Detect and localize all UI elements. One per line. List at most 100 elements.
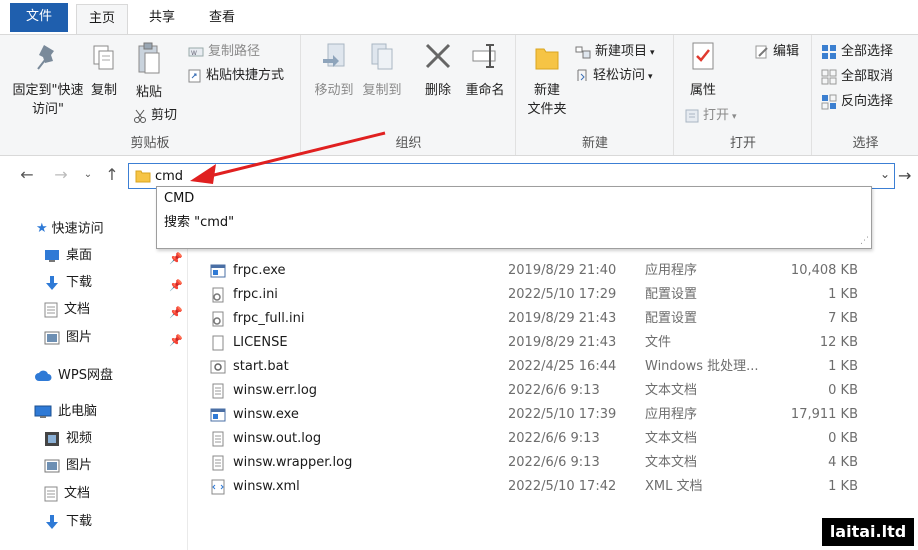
xml-icon <box>211 479 225 495</box>
copy-path-button[interactable]: W 复制路径 <box>188 41 260 63</box>
select-group: 全部选择 全部取消 反向选择 选择 <box>813 35 918 155</box>
rename-button[interactable]: 重命名 <box>462 41 508 100</box>
open-icon <box>685 109 699 122</box>
pin-quick-access-button[interactable]: 固定到"快速访问" <box>8 41 88 119</box>
go-arrow-icon[interactable]: → <box>898 166 911 185</box>
recent-locations-chevron-icon[interactable]: ⌄ <box>79 169 97 180</box>
copy-to-icon <box>371 43 393 70</box>
bat-icon <box>210 360 226 374</box>
easy-access-label: 轻松访问 <box>593 68 646 83</box>
back-arrow-icon[interactable]: ← <box>18 165 36 184</box>
new-item-dropdown-icon: ▾ <box>650 48 655 58</box>
delete-button[interactable]: 删除 <box>420 41 456 100</box>
tab-share[interactable]: 共享 <box>139 4 185 35</box>
new-group-label: 新建 <box>581 136 608 151</box>
nav-downloads[interactable]: 下载 <box>44 272 92 294</box>
nav-pictures[interactable]: 图片 <box>44 327 92 349</box>
rename-icon <box>472 44 496 68</box>
up-arrow-icon[interactable]: ↑ <box>103 165 121 184</box>
file-size: 1 KB <box>828 479 858 494</box>
document-icon <box>44 302 58 317</box>
new-item-button[interactable]: 新建项目 ▾ <box>575 41 655 63</box>
file-row[interactable]: frpc.exe 2019/8/29 21:40 应用程序 10,408 KB <box>188 259 888 283</box>
paste-button[interactable]: 粘贴 <box>133 41 165 102</box>
tab-home[interactable]: 主页 <box>76 4 128 36</box>
nav-pc-pictures[interactable]: 图片 <box>44 455 92 477</box>
file-row[interactable]: winsw.wrapper.log 2022/6/6 9:13 文本文档 4 KB <box>188 451 888 475</box>
copy-to-label: 复制到 <box>362 83 402 98</box>
rename-label: 重命名 <box>465 83 505 98</box>
paste-shortcut-icon <box>188 69 201 82</box>
new-folder-label: 新建 文件夹 <box>527 83 567 117</box>
nav-quick-access[interactable]: ★ 快速访问 <box>36 218 104 240</box>
paste-shortcut-button[interactable]: 粘贴快捷方式 <box>188 65 284 87</box>
file-row[interactable]: winsw.out.log 2022/6/6 9:13 文本文档 0 KB <box>188 427 888 451</box>
easy-access-button[interactable]: 轻松访问 ▾ <box>575 65 653 87</box>
file-row[interactable]: winsw.xml 2022/5/10 17:42 XML 文档 1 KB <box>188 475 888 499</box>
pictures-icon <box>44 331 60 344</box>
nav-this-pc[interactable]: 此电脑 <box>34 401 97 423</box>
file-name: LICENSE <box>233 335 288 350</box>
pin-icon[interactable]: 📌 <box>169 279 183 292</box>
nav-videos[interactable]: 视频 <box>44 428 92 450</box>
properties-button[interactable]: 属性 <box>685 41 721 100</box>
cut-button[interactable]: 剪切 <box>133 105 177 127</box>
open-button[interactable]: 打开 ▾ <box>685 105 737 127</box>
tab-view[interactable]: 查看 <box>199 4 245 35</box>
new-folder-button[interactable]: 新建 文件夹 <box>523 41 571 119</box>
open-dropdown-icon: ▾ <box>732 112 737 122</box>
copy-path-label: 复制路径 <box>208 44 261 59</box>
select-none-label: 全部取消 <box>841 69 894 84</box>
exe-icon <box>210 264 226 278</box>
file-row[interactable]: winsw.err.log 2022/6/6 9:13 文本文档 0 KB <box>188 379 888 403</box>
file-row[interactable]: frpc_full.ini 2019/8/29 21:43 配置设置 7 KB <box>188 307 888 331</box>
invert-selection-button[interactable]: 反向选择 <box>821 91 893 113</box>
tab-file[interactable]: 文件 <box>10 3 68 32</box>
select-none-button[interactable]: 全部取消 <box>821 66 893 88</box>
select-all-icon <box>822 44 836 59</box>
autocomplete-suggestion[interactable]: CMD <box>164 191 194 206</box>
move-to-button[interactable]: 移动到 <box>312 41 356 100</box>
copy-label: 复制 <box>90 83 117 98</box>
file-size: 1 KB <box>828 359 858 374</box>
file-size: 12 KB <box>819 335 858 350</box>
file-row[interactable]: winsw.exe 2022/5/10 17:39 应用程序 17,911 KB <box>188 403 888 427</box>
open-group-label: 打开 <box>729 136 756 151</box>
select-all-label: 全部选择 <box>841 44 894 59</box>
pin-icon[interactable]: 📌 <box>169 306 183 319</box>
download-arrow-icon <box>46 275 58 290</box>
select-all-button[interactable]: 全部选择 <box>821 41 893 63</box>
file-date-modified: 2022/6/6 9:13 <box>508 431 600 446</box>
file-type: Windows 批处理... <box>645 359 759 374</box>
file-icon <box>212 335 224 351</box>
file-size: 1 KB <box>828 287 858 302</box>
file-date-modified: 2022/5/10 17:39 <box>508 407 617 422</box>
copy-to-button[interactable]: 复制到 <box>360 41 404 100</box>
watermark: laitai.ltd <box>822 518 914 546</box>
nav-pc-documents-label: 文档 <box>64 486 91 501</box>
new-group: 新建 文件夹 新建项目 ▾ 轻松访问 ▾ 新建 <box>517 35 674 155</box>
nav-documents[interactable]: 文档 <box>44 299 90 321</box>
edit-button[interactable]: 编辑 <box>755 41 799 63</box>
file-row[interactable]: frpc.ini 2022/5/10 17:29 配置设置 1 KB <box>188 283 888 307</box>
file-row[interactable]: start.bat 2022/4/25 16:44 Windows 批处理... 1 … <box>188 355 888 379</box>
nav-pc-documents[interactable]: 文档 <box>44 483 90 505</box>
forward-arrow-icon[interactable]: → <box>52 165 70 184</box>
address-history-chevron-icon[interactable]: ⌄ <box>880 167 890 181</box>
file-row[interactable]: LICENSE 2019/8/29 21:43 文件 12 KB <box>188 331 888 355</box>
nav-wps-drive[interactable]: WPS网盘 <box>34 365 113 387</box>
document-icon <box>44 486 58 501</box>
pin-icon[interactable]: 📌 <box>169 252 183 265</box>
file-size: 10,408 KB <box>790 263 858 278</box>
nav-pc-downloads[interactable]: 下载 <box>44 511 92 533</box>
pin-icon[interactable]: 📌 <box>169 334 183 347</box>
move-to-label: 移动到 <box>314 83 354 98</box>
copy-button[interactable]: 复制 <box>88 41 120 100</box>
nav-desktop[interactable]: 桌面 <box>44 245 92 267</box>
cloud-icon <box>35 370 52 381</box>
autocomplete-search[interactable]: 搜索 "cmd" <box>164 211 234 230</box>
edit-icon <box>755 45 768 58</box>
nav-wps-drive-label: WPS网盘 <box>58 368 113 383</box>
resize-grip-icon[interactable]: ⋰ <box>860 236 869 246</box>
properties-icon <box>692 42 714 70</box>
